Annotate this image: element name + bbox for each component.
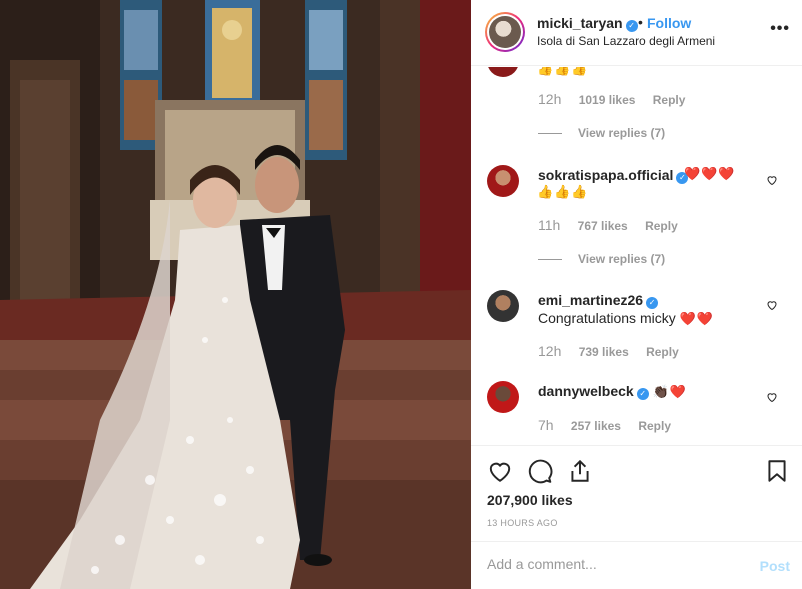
comment-text: 👍👍👍 bbox=[537, 184, 589, 199]
verified-icon: ✓ bbox=[636, 388, 649, 400]
comment-emoji: ❤️❤️ bbox=[679, 311, 714, 326]
post-likes-count[interactable]: 207,900 likes bbox=[487, 492, 573, 508]
comment-avatar[interactable] bbox=[487, 165, 519, 197]
comment-text: 👍👍👍 bbox=[537, 67, 589, 76]
wedding-photo-illustration bbox=[0, 0, 471, 589]
add-comment-bar: Post bbox=[471, 541, 802, 589]
comment-icon[interactable] bbox=[527, 458, 553, 484]
author-avatar[interactable] bbox=[485, 12, 525, 52]
post-sidebar: micki_taryan ✓ • Follow Isola di San Lazz… bbox=[471, 0, 802, 589]
comment-hearts: ❤️❤️❤️ bbox=[684, 166, 736, 181]
reply-button[interactable]: Reply bbox=[645, 219, 678, 233]
comment-avatar[interactable] bbox=[487, 290, 519, 322]
bookmark-icon[interactable] bbox=[764, 458, 790, 484]
like-heart-icon[interactable] bbox=[487, 458, 513, 484]
comments-list[interactable]: 👍👍👍 12h 1019 likes Reply View replies (7… bbox=[471, 67, 802, 445]
verified-icon: ✓ bbox=[625, 20, 638, 32]
stained-glass-center bbox=[205, 0, 260, 110]
comment-likes[interactable]: 257 likes bbox=[571, 419, 621, 433]
comment-meta: 7h 257 likes Reply bbox=[538, 417, 685, 433]
author-username[interactable]: micki_taryan ✓ bbox=[537, 15, 638, 32]
view-replies-button[interactable]: View replies (7) bbox=[538, 126, 665, 140]
reply-button[interactable]: Reply bbox=[638, 419, 671, 433]
like-comment-heart-icon[interactable] bbox=[766, 391, 778, 403]
verified-icon: ✓ bbox=[646, 297, 659, 309]
more-options-icon[interactable]: ••• bbox=[770, 20, 790, 38]
comment-username[interactable]: emi_martinez26 ✓ bbox=[538, 292, 659, 309]
share-icon[interactable] bbox=[567, 458, 593, 484]
like-comment-heart-icon[interactable] bbox=[766, 174, 778, 186]
comment-likes[interactable]: 767 likes bbox=[578, 219, 628, 233]
comment-likes[interactable]: 739 likes bbox=[579, 345, 629, 359]
post-header: micki_taryan ✓ • Follow Isola di San Lazz… bbox=[471, 0, 802, 66]
comment-time[interactable]: 12h bbox=[538, 343, 561, 359]
comment-avatar[interactable] bbox=[487, 67, 519, 77]
comment-username[interactable]: dannywelbeck ✓ 👏🏿❤️ bbox=[538, 383, 687, 400]
comment-meta: 12h 739 likes Reply bbox=[538, 343, 693, 359]
divider-line bbox=[538, 133, 562, 135]
comment-avatar[interactable] bbox=[487, 381, 519, 413]
stained-glass-right bbox=[305, 0, 347, 160]
post-comment-button[interactable]: Post bbox=[760, 558, 790, 574]
follow-button[interactable]: Follow bbox=[647, 15, 691, 31]
post-location[interactable]: Isola di San Lazzaro degli Armeni bbox=[537, 34, 715, 48]
reply-button[interactable]: Reply bbox=[646, 345, 679, 359]
comment-meta: 12h 1019 likes Reply bbox=[538, 91, 699, 107]
post-photo[interactable] bbox=[0, 0, 471, 589]
comment-time[interactable]: 12h bbox=[538, 91, 561, 107]
header-separator: • bbox=[638, 14, 643, 30]
comment-username[interactable]: sokratispapa.official ✓ bbox=[538, 167, 689, 184]
view-replies-button[interactable]: View replies (7) bbox=[538, 252, 665, 266]
reply-button[interactable]: Reply bbox=[653, 93, 686, 107]
post-actions: 207,900 likes 13 HOURS AGO bbox=[471, 445, 802, 541]
comment-time[interactable]: 11h bbox=[538, 217, 560, 233]
divider-line bbox=[538, 259, 562, 261]
comment-emoji: 👏🏿❤️ bbox=[652, 384, 687, 399]
comment-meta: 11h 767 likes Reply bbox=[538, 217, 692, 233]
post-timestamp[interactable]: 13 HOURS AGO bbox=[487, 518, 558, 528]
comment-text: Congratulations micky ❤️❤️ bbox=[538, 310, 714, 326]
comment-likes[interactable]: 1019 likes bbox=[579, 93, 636, 107]
comment-time[interactable]: 7h bbox=[538, 417, 554, 433]
add-comment-input[interactable] bbox=[487, 556, 747, 572]
like-comment-heart-icon[interactable] bbox=[766, 299, 778, 311]
